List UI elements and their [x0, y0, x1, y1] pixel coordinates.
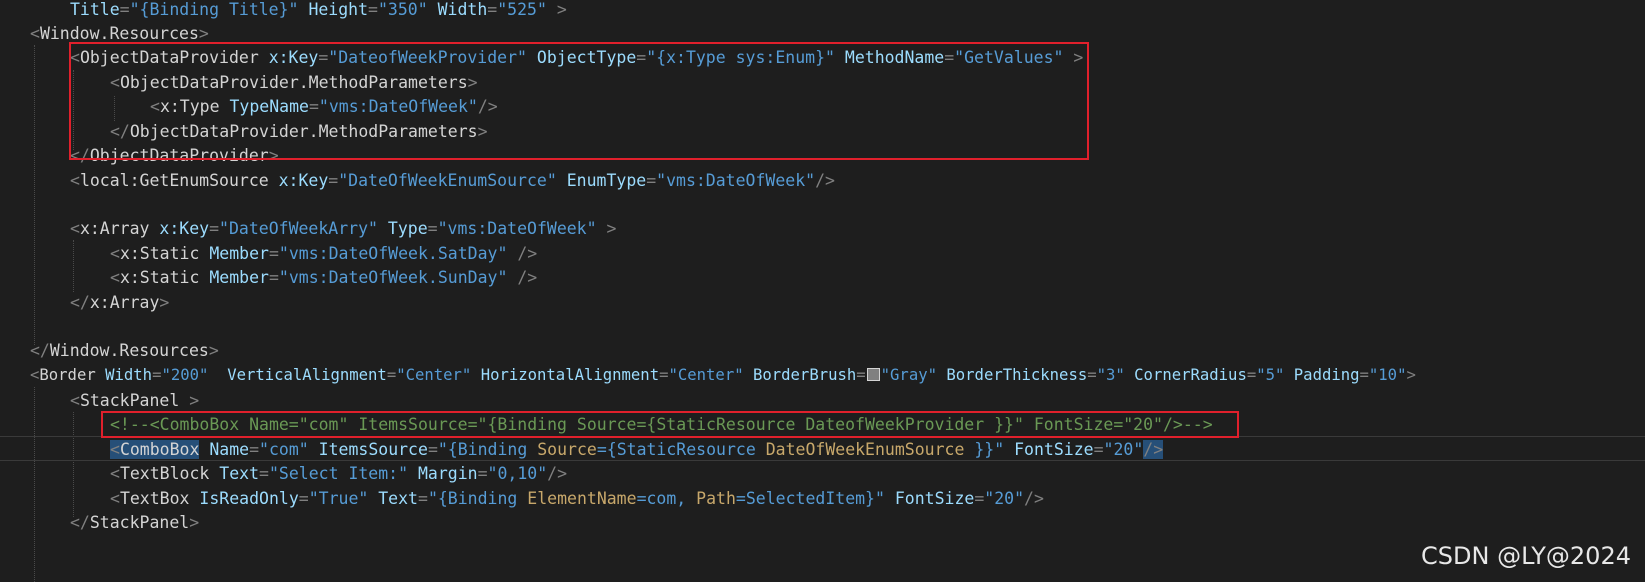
code-line-8: <local:GetEnumSource x:Key="DateOfWeekEn… — [70, 171, 835, 190]
binding-keyword: Source — [537, 440, 597, 459]
code-line-20: </StackPanel> — [70, 513, 200, 532]
attr-name: Width — [105, 366, 153, 384]
tag-name: ComboBox — [119, 440, 200, 459]
attr-value: "Gray" — [880, 366, 937, 384]
attr-name: BorderThickness — [946, 366, 1088, 384]
tag-name: Border — [39, 366, 96, 384]
code-line-9: <x:Array x:Key="DateOfWeekArry" Type="vm… — [70, 219, 617, 238]
code-line-15: <StackPanel > — [70, 391, 200, 410]
highlight-box-commented-combobox — [101, 411, 1239, 438]
attr-value: }}" — [964, 440, 1005, 459]
attr-name: x:Key — [159, 219, 210, 238]
attr-value: =SelectedItem}" — [735, 489, 885, 508]
attr-value: "DateOfWeekArry" — [219, 219, 378, 238]
attr-name: CornerRadius — [1134, 366, 1247, 384]
tag-name: TextBlock — [119, 464, 210, 483]
attr-name: Member — [209, 268, 269, 287]
attr-value: "350" — [377, 0, 428, 19]
attr-name: x:Key — [278, 171, 329, 190]
tag-name: x:Array — [79, 219, 150, 238]
attr-value: "3" — [1096, 366, 1125, 384]
attr-value: "5" — [1256, 366, 1285, 384]
attr-value: "20" — [1103, 440, 1144, 459]
attr-name: BorderBrush — [752, 366, 857, 384]
code-line-19: <TextBox IsReadOnly="True" Text="{Bindin… — [110, 489, 1044, 508]
tag-name: local:GetEnumSource — [79, 171, 269, 190]
code-line-14: <Border Width="200" VerticalAlignment="C… — [30, 366, 1416, 384]
binding-keyword: Path — [696, 489, 736, 508]
attr-value: "vms:DateOfWeek.SatDay" — [278, 244, 508, 263]
tag-name: x:Static — [119, 268, 200, 287]
attr-name: Height — [308, 0, 369, 19]
highlight-box-object-data-provider — [69, 42, 1089, 160]
code-line-13: </Window.Resources> — [30, 341, 219, 360]
attr-value: "vms:DateOfWeek" — [437, 219, 597, 238]
tag-name: x:Static — [119, 244, 200, 263]
attr-name: Name — [209, 440, 250, 459]
attr-value: "0,10" — [487, 464, 548, 483]
tag-name: Window.Resources — [49, 341, 209, 360]
binding-keyword: ElementName — [527, 489, 637, 508]
attr-value: "{Binding — [437, 440, 538, 459]
attr-name: Member — [209, 244, 269, 263]
code-line-18: <TextBlock Text="Select Item:" Margin="0… — [110, 464, 568, 483]
code-line-11: <x:Static Member="vms:DateOfWeek.SunDay"… — [110, 268, 538, 287]
binding-keyword: DateOfWeekEnumSource — [765, 440, 965, 459]
attr-value: "DateOfWeekEnumSource" — [338, 171, 557, 190]
attr-value: =com, — [636, 489, 697, 508]
code-line-17: <ComboBox Name="com" ItemsSource="{Bindi… — [110, 440, 1164, 459]
watermark: CSDN @LY@2024 — [1421, 542, 1631, 570]
attr-name: FontSize — [894, 489, 975, 508]
attr-name: Title — [70, 0, 120, 19]
indent-guide — [73, 240, 74, 292]
attr-name: Type — [387, 219, 428, 238]
indent-guide — [34, 387, 35, 582]
tag-name: StackPanel — [89, 513, 190, 532]
attr-value: "200" — [161, 366, 209, 384]
attr-value: "525" — [497, 0, 547, 19]
attr-value: "Center" — [396, 366, 472, 384]
tag-name: x:Array — [89, 293, 160, 312]
tag-name: TextBox — [119, 489, 190, 508]
attr-name: IsReadOnly — [199, 489, 299, 508]
code-line-12: </x:Array> — [70, 293, 170, 312]
color-swatch-icon[interactable] — [866, 368, 880, 381]
attr-value: "True" — [308, 489, 369, 508]
tag-name: StackPanel — [79, 391, 180, 410]
attr-name: Padding — [1293, 366, 1360, 384]
attr-value: "Select Item:" — [268, 464, 409, 483]
attr-name: Text — [219, 464, 260, 483]
attr-name: VerticalAlignment — [227, 366, 387, 384]
attr-name: HorizontalAlignment — [480, 366, 660, 384]
tag-name: Window.Resources — [39, 24, 199, 43]
code-line-1: Title="{Binding Title}" Height="350" Wid… — [70, 0, 567, 19]
attr-value: "com" — [259, 440, 309, 459]
attr-value: "{Binding — [427, 489, 528, 508]
attr-name: Margin — [417, 464, 478, 483]
attr-value: "vms:DateOfWeek.SunDay" — [278, 268, 508, 287]
indent-guide — [73, 412, 74, 517]
attr-value: "10" — [1368, 366, 1407, 384]
code-editor[interactable]: Title="{Binding Title}" Height="350" Wid… — [0, 0, 1645, 582]
indent-guide — [34, 45, 35, 345]
attr-value: "20" — [984, 489, 1025, 508]
attr-name: FontSize — [1014, 440, 1094, 459]
text-selection: <ComboBox — [110, 440, 200, 459]
code-line-10: <x:Static Member="vms:DateOfWeek.SatDay"… — [110, 244, 538, 263]
attr-value: "Center" — [668, 366, 744, 384]
attr-name: Text — [378, 489, 418, 508]
attr-value: ={StaticResource — [596, 440, 766, 459]
attr-value: "vms:DateOfWeek" — [656, 171, 816, 190]
attr-value: "{Binding Title}" — [129, 0, 299, 19]
attr-name: Width — [437, 0, 488, 19]
attr-name: EnumType — [566, 171, 647, 190]
attr-name: ItemsSource — [318, 440, 428, 459]
